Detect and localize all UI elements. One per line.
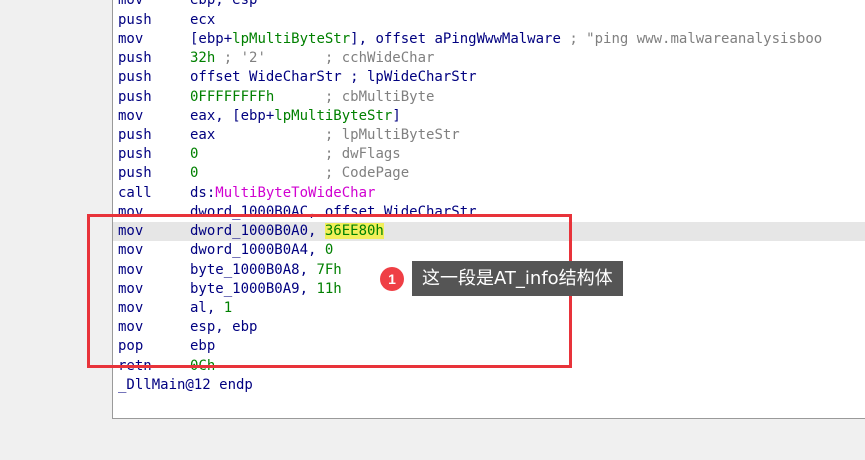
mnemonic: push <box>118 127 152 143</box>
operand: 0 ; CodePage <box>190 164 409 183</box>
mnemonic: push <box>118 50 152 66</box>
operand: offset WideCharStr ; lpWideCharStr <box>190 69 477 85</box>
operand: eax ; lpMultiByteStr <box>190 126 460 145</box>
operand: ecx <box>190 12 216 28</box>
annotation-callout: 1 这一段是AT_info结构体 <box>380 261 623 296</box>
comment: ; CodePage <box>198 165 410 181</box>
mnemonic: call <box>118 185 152 201</box>
annotation-note: 这一段是AT_info结构体 <box>412 261 623 296</box>
code-line[interactable]: push 0 ; CodePage <box>113 164 865 183</box>
operand: ds:MultiByteToWideChar <box>190 184 375 203</box>
operand: [ebp+lpMultiByteStr], offset aPingWwwMal… <box>190 30 822 49</box>
operand: 0 ; dwFlags <box>190 145 401 164</box>
comment: ; lpMultiByteStr <box>215 127 460 143</box>
code-line[interactable]: push ecx <box>113 11 865 30</box>
function-end-label: _DllMain@12 endp <box>118 377 253 393</box>
comment: ; cbMultiByte <box>274 89 435 105</box>
local-var[interactable]: lpMultiByteStr <box>232 31 350 47</box>
annotation-number-badge: 1 <box>380 266 404 291</box>
immediate: 32h <box>190 50 216 66</box>
mnemonic: push <box>118 146 152 162</box>
code-line[interactable]: push 32h ; '2' ; cchWideChar <box>113 49 865 68</box>
code-line[interactable]: mov ebp, esp <box>113 0 865 10</box>
operand-text: eax <box>190 127 216 143</box>
operand: ebp, esp <box>190 0 258 8</box>
mnemonic: push <box>118 89 152 105</box>
local-var[interactable]: lpMultiByteStr <box>274 108 392 124</box>
code-line[interactable]: push 0FFFFFFFFh ; cbMultiByte <box>113 88 865 107</box>
operand-text: ds: <box>190 185 216 201</box>
imported-function[interactable]: MultiByteToWideChar <box>215 185 375 201</box>
code-line[interactable]: call ds:MultiByteToWideChar <box>113 184 865 203</box>
operand-text: [ebp+ <box>190 31 233 47</box>
operand: 32h ; '2' ; cchWideChar <box>190 49 434 68</box>
mnemonic: mov <box>118 31 144 47</box>
comment: ; dwFlags <box>198 146 401 162</box>
code-line[interactable]: push 0 ; dwFlags <box>113 145 865 164</box>
immediate: 0FFFFFFFFh <box>190 89 275 105</box>
mnemonic: push <box>118 12 152 28</box>
code-line[interactable]: push offset WideCharStr ; lpWideCharStr <box>113 68 865 87</box>
code-line[interactable]: mov eax, [ebp+lpMultiByteStr] <box>113 107 865 126</box>
operand: 0FFFFFFFFh ; cbMultiByte <box>190 88 434 107</box>
code-line[interactable]: push eax ; lpMultiByteStr <box>113 126 865 145</box>
comment: ; '2' ; cchWideChar <box>215 50 435 66</box>
mnemonic: mov <box>118 0 144 8</box>
mnemonic: mov <box>118 108 144 124</box>
operand-text: eax, [ebp+ <box>190 108 275 124</box>
comment: ; "ping www.malwareanalysisboo <box>560 31 823 47</box>
mnemonic: push <box>118 165 152 181</box>
mnemonic: push <box>118 69 152 85</box>
operand-text: ] <box>392 108 401 124</box>
code-line[interactable]: _DllMain@12 endp <box>113 376 865 395</box>
operand-text: ], offset aPingWwwMalware <box>350 31 561 47</box>
code-line[interactable]: mov [ebp+lpMultiByteStr], offset aPingWw… <box>113 30 865 49</box>
operand: eax, [ebp+lpMultiByteStr] <box>190 107 401 126</box>
